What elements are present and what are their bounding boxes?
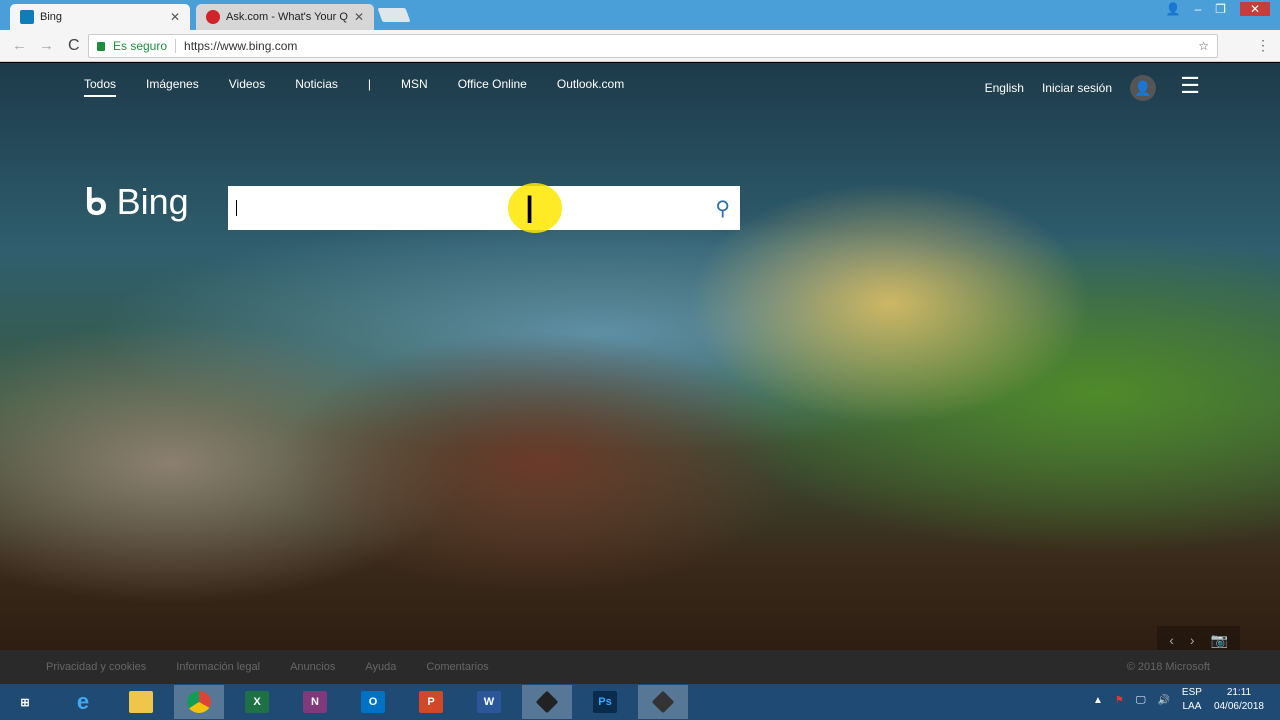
bing-nav: Todos Imágenes Videos Noticias | MSN Off… (84, 77, 654, 97)
nav-outlook[interactable]: Outlook.com (557, 77, 624, 97)
network-icon[interactable]: 🖵 (1136, 695, 1146, 706)
footer-help-link[interactable]: Ayuda (365, 661, 396, 673)
taskbar-app[interactable] (522, 685, 572, 719)
taskbar-word[interactable]: W (464, 685, 514, 719)
windows-icon: ⊞ (20, 696, 30, 709)
bing-homepage: Todos Imágenes Videos Noticias | MSN Off… (0, 63, 1280, 683)
ask-favicon-icon (206, 10, 220, 24)
tab-label: Bing (40, 11, 63, 23)
close-tab-icon[interactable]: ✕ (170, 10, 180, 24)
footer-ads-link[interactable]: Anuncios (290, 661, 335, 673)
close-tab-icon[interactable]: ✕ (354, 10, 364, 24)
time: 21:11 (1226, 687, 1252, 698)
photoshop-icon: Ps (593, 691, 617, 713)
app-icon (535, 690, 559, 714)
lang-code: ESP (1181, 687, 1202, 698)
taskbar-outlook[interactable]: O (348, 685, 398, 719)
ie-icon: e (76, 689, 90, 714)
chrome-icon (187, 691, 211, 713)
tab-bing[interactable]: Bing ✕ (10, 4, 190, 30)
system-tray: ▲ ⚑ 🖵 🔊 ESP LAA 21:11 04/06/2018 (1093, 686, 1264, 714)
nav-videos[interactable]: Videos (229, 77, 265, 97)
flag-icon[interactable]: ⚑ (1115, 695, 1124, 706)
language-link[interactable]: English (985, 81, 1024, 95)
show-hidden-icons[interactable]: ▲ (1093, 695, 1103, 706)
outlook-icon: O (361, 691, 385, 713)
sign-in-link[interactable]: Iniciar sesión (1042, 81, 1112, 95)
bookmark-star-icon[interactable]: ☆ (1198, 39, 1209, 53)
powerpoint-icon: P (419, 691, 443, 713)
start-button[interactable]: ⊞ (0, 685, 50, 719)
tab-ask[interactable]: Ask.com - What's Your Q ✕ (196, 4, 374, 30)
onenote-icon: N (303, 691, 327, 713)
taskbar-powerpoint[interactable]: P (406, 685, 456, 719)
taskbar-chrome[interactable] (174, 685, 224, 719)
nav-separator: | (367, 77, 372, 91)
footer-privacy-link[interactable]: Privacidad y cookies (46, 661, 146, 673)
minimize-button[interactable]: – (1194, 2, 1201, 16)
folder-icon (129, 691, 153, 713)
maximize-button[interactable]: ❐ (1215, 2, 1226, 16)
app2-icon (651, 690, 675, 714)
address-bar[interactable]: Es seguro https://www.bing.com ☆ (88, 34, 1218, 58)
taskbar-photoshop[interactable]: Ps (580, 685, 630, 719)
browser-toolbar: ← → C Es seguro https://www.bing.com ☆ ⋮ (0, 30, 1280, 62)
bing-favicon-icon (20, 10, 34, 24)
taskbar-ie[interactable]: e (58, 685, 108, 719)
image-info-icon[interactable]: 📷 (1211, 632, 1228, 649)
nav-imagenes[interactable]: Imágenes (146, 77, 199, 97)
nav-noticias[interactable]: Noticias (295, 77, 338, 97)
search-icon[interactable]: ⚲ (715, 196, 730, 221)
footer: Privacidad y cookies Información legal A… (0, 650, 1280, 684)
copyright: © 2018 Microsoft (1126, 661, 1210, 673)
new-tab-button[interactable] (377, 8, 411, 22)
taskbar-onenote[interactable]: N (290, 685, 340, 719)
back-button[interactable]: ← (12, 37, 27, 54)
title-bar: Bing ✕ Ask.com - What's Your Q ✕ 👤 – ❐ ✕ (0, 0, 1280, 30)
menu-icon[interactable]: ⋮ (1256, 37, 1270, 54)
keyboard-layout: LAA (1182, 701, 1202, 712)
url-text: https://www.bing.com (184, 39, 298, 53)
volume-icon[interactable]: 🔊 (1157, 695, 1169, 706)
footer-feedback-link[interactable]: Comentarios (426, 661, 488, 673)
taskbar-excel[interactable]: X (232, 685, 282, 719)
lock-icon (97, 41, 105, 51)
nav-office-online[interactable]: Office Online (458, 77, 527, 97)
clock[interactable]: 21:11 04/06/2018 (1214, 686, 1264, 714)
date: 04/06/2018 (1213, 701, 1264, 712)
search-input[interactable]: I ⚲ (228, 183, 740, 233)
user-icon[interactable]: 👤 (1166, 2, 1181, 16)
logo-text: Bing (116, 181, 189, 222)
nav-msn[interactable]: MSN (401, 77, 428, 97)
ibeam-cursor-icon: I (524, 188, 536, 232)
word-icon: W (477, 691, 501, 713)
forward-button[interactable]: → (39, 37, 54, 54)
secure-label: Es seguro (113, 39, 177, 53)
taskbar: ⊞ e X N O P W Ps ▲ ⚑ 🖵 🔊 ESP LAA 21:11 04/… (0, 684, 1280, 720)
taskbar-app2[interactable] (638, 685, 688, 719)
nav-todos[interactable]: Todos (84, 77, 117, 97)
excel-icon: X (245, 691, 269, 713)
footer-legal-link[interactable]: Información legal (176, 661, 260, 673)
reload-button[interactable]: C (68, 37, 80, 55)
close-window-button[interactable]: ✕ (1239, 2, 1270, 16)
bing-logo[interactable]: ᑲ Bing (84, 181, 189, 223)
text-caret (236, 200, 237, 216)
bing-b-icon: ᑲ (84, 181, 107, 222)
avatar-icon[interactable]: 👤 (1130, 75, 1156, 101)
previous-image-icon[interactable]: ‹ (1169, 632, 1174, 649)
next-image-icon[interactable]: › (1190, 632, 1195, 649)
tab-label: Ask.com - What's Your Q (226, 11, 348, 23)
taskbar-explorer[interactable] (116, 685, 166, 719)
language-indicator[interactable]: ESP LAA (1182, 686, 1202, 714)
hamburger-menu-icon[interactable]: ☰ (1180, 73, 1200, 99)
